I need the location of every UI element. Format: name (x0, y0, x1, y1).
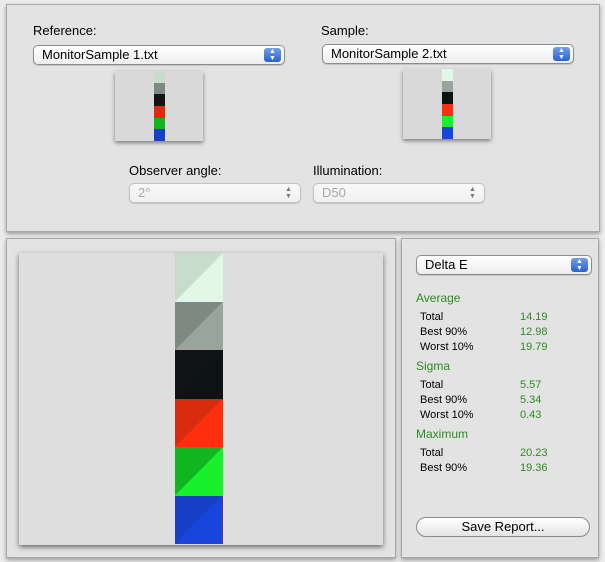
color-swatch (442, 127, 453, 139)
reference-triangle (175, 350, 223, 399)
illumination-value: D50 (322, 185, 346, 200)
reference-triangle (175, 398, 223, 447)
illumination-label: Illumination: (313, 163, 383, 178)
average-best90-row: Best 90% 12.98 (420, 326, 580, 338)
reference-triangle (175, 253, 223, 302)
sample-label: Sample: (321, 23, 369, 38)
comparison-view (19, 253, 383, 545)
updown-arrows-icon: ▲ ▼ (553, 47, 570, 61)
stat-value: 5.34 (520, 394, 542, 406)
comparison-panel (6, 238, 396, 558)
observer-angle-select[interactable]: 2° ▲ ▼ (129, 183, 301, 203)
color-swatch (154, 94, 165, 106)
sigma-heading: Sigma (416, 359, 451, 373)
stat-label: Best 90% (420, 394, 468, 406)
maximum-best90-row: Best 90% 19.36 (420, 462, 580, 474)
statistics-panel: Delta E ▲ ▼ Average Total 14.19 Best 90% 12… (401, 238, 599, 558)
average-worst10-row: Worst 10% 19.79 (420, 341, 580, 353)
reference-select[interactable]: MonitorSample 1.txt ▲ ▼ (33, 45, 285, 65)
color-swatch (154, 82, 165, 95)
reference-color-strip (154, 71, 165, 141)
color-swatch (154, 71, 165, 83)
maximum-total-row: Total 20.23 (420, 447, 580, 459)
average-total-row: Total 14.19 (420, 311, 580, 323)
reference-preview (115, 71, 203, 141)
average-heading: Average (416, 291, 461, 305)
color-swatch (154, 117, 165, 130)
color-swatch (442, 69, 453, 81)
stat-label: Worst 10% (420, 409, 474, 421)
sample-select-value: MonitorSample 2.txt (331, 46, 447, 61)
color-swatch (442, 103, 453, 116)
sample-color-strip (442, 69, 453, 139)
comparison-swatch (175, 398, 223, 447)
comparison-swatch (175, 301, 223, 350)
stat-label: Total (420, 447, 444, 459)
color-swatch (154, 105, 165, 118)
reference-select-value: MonitorSample 1.txt (42, 47, 158, 62)
color-swatch (442, 80, 453, 93)
updown-arrows-icon: ▲ ▼ (469, 186, 476, 200)
save-report-button[interactable]: Save Report... (416, 517, 590, 537)
comparison-swatch (175, 495, 223, 544)
comparison-swatch (175, 253, 223, 302)
color-swatch (442, 92, 453, 104)
comparison-color-strip (175, 253, 223, 545)
color-swatch (154, 129, 165, 141)
metric-select-value: Delta E (425, 257, 468, 272)
updown-arrows-icon: ▲ ▼ (571, 258, 588, 272)
stat-label: Total (420, 379, 444, 391)
sample-preview (403, 69, 491, 139)
metric-select[interactable]: Delta E ▲ ▼ (416, 255, 592, 275)
stat-value: 5.57 (520, 379, 542, 391)
stat-value: 19.79 (520, 341, 548, 353)
stat-value: 0.43 (520, 409, 542, 421)
observer-angle-value: 2° (138, 185, 151, 200)
reference-triangle (175, 447, 223, 496)
stat-label: Best 90% (420, 462, 468, 474)
reference-triangle (175, 301, 223, 350)
stat-label: Worst 10% (420, 341, 474, 353)
settings-panel: Reference: MonitorSample 1.txt ▲ ▼ Sample… (6, 4, 600, 232)
observer-angle-label: Observer angle: (129, 163, 222, 178)
updown-arrows-icon: ▲ ▼ (285, 186, 292, 200)
stat-value: 14.19 (520, 311, 548, 323)
comparison-swatch (175, 350, 223, 399)
stat-label: Best 90% (420, 326, 468, 338)
updown-arrows-icon: ▲ ▼ (264, 48, 281, 62)
maximum-heading: Maximum (416, 427, 469, 441)
sigma-best90-row: Best 90% 5.34 (420, 394, 580, 406)
sigma-worst10-row: Worst 10% 0.43 (420, 409, 580, 421)
stat-value: 19.36 (520, 462, 548, 474)
illumination-select[interactable]: D50 ▲ ▼ (313, 183, 485, 203)
comparison-swatch (175, 447, 223, 496)
reference-triangle (175, 495, 223, 544)
sigma-total-row: Total 5.57 (420, 379, 580, 391)
stat-value: 12.98 (520, 326, 548, 338)
color-swatch (442, 115, 453, 128)
stat-label: Total (420, 311, 444, 323)
sample-select[interactable]: MonitorSample 2.txt ▲ ▼ (322, 44, 574, 64)
stat-value: 20.23 (520, 447, 548, 459)
reference-label: Reference: (33, 23, 97, 38)
